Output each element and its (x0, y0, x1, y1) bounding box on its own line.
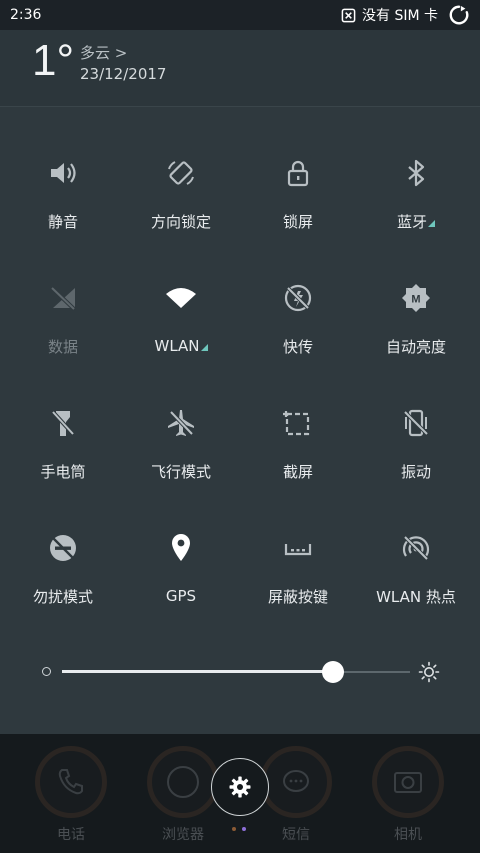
tile-label: 自动亮度 (385, 338, 446, 356)
auto-brightness-icon: M (399, 281, 433, 314)
tile-label: 振动 (400, 463, 431, 481)
block-keys-icon (281, 531, 315, 564)
more-indicator (200, 344, 208, 351)
app-label: 短信 (282, 827, 310, 843)
app-label: 相机 (394, 827, 422, 843)
tile-label: 屏蔽按键 (267, 588, 328, 606)
tile-label: 方向锁定 (150, 213, 211, 231)
tile-airplane-mode[interactable]: 飞行模式 (121, 357, 241, 482)
tile-label: 数据 (47, 338, 78, 356)
wifi-icon (164, 281, 198, 315)
browser-icon (147, 746, 219, 818)
brightness-low-icon (42, 667, 51, 676)
date-text: 23/12/2017 (80, 65, 167, 83)
tile-label: 蓝牙 (397, 211, 435, 232)
tile-label: 截屏 (282, 463, 313, 481)
app-label: 浏览器 (162, 827, 204, 843)
brightness-thumb[interactable] (322, 661, 344, 683)
app-camera[interactable]: 相机 (370, 746, 446, 844)
sync-icon (449, 5, 469, 25)
tile-flashlight[interactable]: 手电筒 (3, 357, 123, 482)
tile-wlan[interactable]: WLAN (121, 232, 241, 357)
brightness-fill (62, 670, 333, 673)
quick-settings-panel: 静音 方向锁定 锁屏 蓝牙 数据 WLAN 快传 M 自动亮度 手电筒 飞行模式… (0, 106, 480, 734)
tile-auto-brightness[interactable]: M 自动亮度 (356, 232, 476, 357)
tile-label: 勿扰模式 (32, 588, 93, 606)
flashlight-icon (46, 406, 80, 439)
weather-condition-link[interactable]: 多云 > (80, 42, 127, 63)
hotspot-icon (399, 531, 433, 564)
weather-header[interactable]: 1° 多云 > 23/12/2017 (0, 30, 480, 106)
no-sim-icon (341, 8, 356, 22)
tile-label: 静音 (47, 213, 78, 231)
tile-bluetooth[interactable]: 蓝牙 (356, 107, 476, 232)
app-browser[interactable]: 浏览器 (145, 746, 221, 844)
tile-label: 锁屏 (282, 213, 313, 231)
tile-screenshot[interactable]: 截屏 (238, 357, 358, 482)
gear-icon (229, 776, 251, 798)
tile-quick-transfer[interactable]: 快传 (238, 232, 358, 357)
app-label: 电话 (57, 827, 85, 843)
tile-wlan-hotspot[interactable]: WLAN 热点 (356, 482, 476, 607)
home-dock: 电话 浏览器 短信 相机 (0, 734, 480, 853)
brightness-slider[interactable] (38, 657, 448, 685)
svg-text:M: M (411, 293, 420, 305)
camera-icon (372, 746, 444, 818)
bluetooth-icon (399, 156, 433, 189)
page-dot (242, 827, 246, 831)
tile-label: 手电筒 (40, 463, 86, 481)
tile-do-not-disturb[interactable]: 勿扰模式 (3, 482, 123, 607)
screenshot-icon (281, 406, 315, 439)
tile-mobile-data[interactable]: 数据 (3, 232, 123, 357)
messages-icon (260, 746, 332, 818)
vibrate-icon (399, 406, 433, 439)
temperature: 1° (32, 36, 75, 85)
sim-status-text: 没有 SIM 卡 (362, 8, 438, 24)
settings-button[interactable] (211, 758, 269, 816)
airplane-mode-icon (164, 406, 198, 439)
more-indicator (428, 220, 435, 227)
tile-label: WLAN (154, 337, 208, 355)
quick-transfer-icon (281, 281, 315, 314)
tile-block-keys[interactable]: 屏蔽按键 (238, 482, 358, 607)
rotation-lock-icon (164, 156, 198, 189)
status-bar: 2:36 没有 SIM 卡 (0, 0, 480, 30)
status-time: 2:36 (10, 7, 42, 23)
app-messages[interactable]: 短信 (258, 746, 334, 844)
phone-icon (35, 746, 107, 818)
app-phone[interactable]: 电话 (33, 746, 109, 844)
tile-gps[interactable]: GPS (121, 482, 241, 607)
status-right: 没有 SIM 卡 (341, 4, 470, 26)
tile-label: 飞行模式 (150, 463, 211, 481)
tile-label: GPS (165, 587, 197, 605)
do-not-disturb-icon (46, 531, 80, 564)
tile-label: 快传 (282, 338, 313, 356)
tile-label: WLAN 热点 (376, 588, 456, 606)
volume-icon (46, 156, 80, 189)
lock-icon (281, 156, 315, 189)
mobile-data-off-icon (46, 281, 80, 314)
brightness-high-icon (418, 661, 440, 683)
tile-vibrate[interactable]: 振动 (356, 357, 476, 482)
page-dot (232, 827, 236, 831)
tile-rotation-lock[interactable]: 方向锁定 (121, 107, 241, 232)
tile-mute[interactable]: 静音 (3, 107, 123, 232)
location-icon (164, 531, 198, 565)
page-indicator (232, 827, 246, 831)
tile-lock-screen[interactable]: 锁屏 (238, 107, 358, 232)
